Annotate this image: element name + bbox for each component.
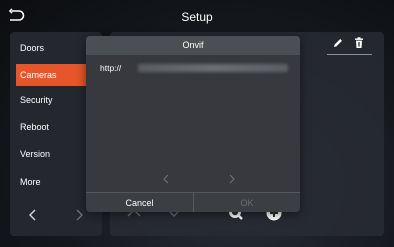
chevron-left-icon[interactable] — [160, 173, 172, 185]
toolbar-divider — [327, 54, 372, 55]
url-redacted — [138, 64, 288, 72]
sidebar-item-security[interactable]: Security — [18, 89, 96, 111]
sidebar-item-doors[interactable]: Doors — [18, 37, 96, 59]
chevron-right-icon[interactable] — [226, 173, 238, 185]
sidebar-item-version[interactable]: Version — [18, 143, 96, 165]
page-title: Setup — [181, 10, 213, 24]
onvif-dialog: Onvif http:// Cancel OK — [86, 36, 300, 212]
pencil-edit-icon[interactable] — [331, 36, 345, 50]
sidebar-item-more[interactable]: More — [18, 171, 96, 193]
ok-button[interactable]: OK — [194, 193, 300, 212]
sidebar-item-reboot[interactable]: Reboot — [18, 116, 96, 138]
dialog-footer: Cancel OK — [86, 192, 300, 212]
url-prefix: http:// — [100, 63, 122, 73]
cancel-button[interactable]: Cancel — [86, 193, 193, 212]
chevron-left-icon[interactable] — [24, 206, 42, 224]
onvif-url-item[interactable]: http:// — [100, 61, 290, 75]
dialog-body — [86, 55, 300, 192]
trash-icon[interactable] — [352, 36, 366, 50]
dialog-title: Onvif — [182, 40, 204, 50]
